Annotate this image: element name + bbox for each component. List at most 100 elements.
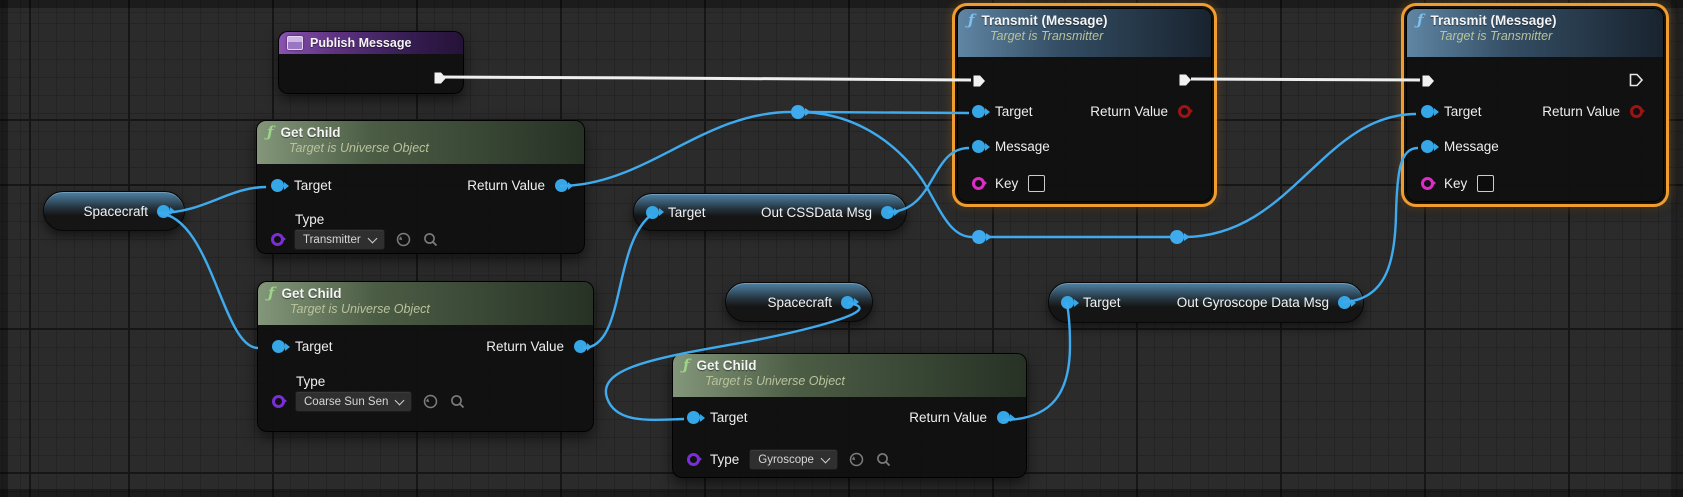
reset-to-default-icon[interactable] (395, 231, 412, 248)
reroute-node[interactable] (1170, 230, 1190, 244)
type-pin[interactable] (271, 233, 284, 246)
type-pin[interactable] (687, 453, 700, 466)
pin-label: Target (995, 104, 1033, 119)
type-pin-row: Transmitter (271, 229, 439, 250)
node-get-child-css[interactable]: ƒ Get Child Target is Universe Object Ta… (257, 281, 594, 432)
type-label: Type (710, 452, 739, 467)
pin-label: Target (668, 205, 706, 220)
node-header: ƒ Get Child Target is Universe Object (258, 282, 593, 325)
reroute-node[interactable] (791, 105, 811, 119)
type-pin-row: Type Gyroscope (687, 449, 892, 470)
wire-getchild1-return-to-reroute1[interactable] (560, 112, 791, 186)
pin-label: Return Value (909, 410, 987, 425)
node-title: Get Child (280, 125, 340, 140)
pin-label: Key (1444, 176, 1467, 191)
key-pin[interactable] (1421, 177, 1434, 190)
key-pin[interactable] (972, 177, 985, 190)
node-header: ƒ Get Child Target is Universe Object (673, 354, 1026, 397)
output-pin[interactable] (841, 296, 854, 309)
output-pin[interactable] (1338, 296, 1351, 309)
node-subtitle: Target is Transmitter (1439, 29, 1653, 43)
target-pin[interactable] (646, 206, 659, 219)
exec-out-pin[interactable] (432, 70, 448, 86)
exec-in-pin[interactable] (1420, 73, 1436, 89)
wire-exec-transmit1-to-transmit2[interactable] (1191, 79, 1420, 80)
node-subtitle: Target is Transmitter (990, 29, 1201, 43)
return-value-pin-row: Return Value (1090, 104, 1191, 119)
type-dropdown[interactable]: Gyroscope (749, 449, 838, 470)
node-spacecraft-variable-2[interactable]: Spacecraft (725, 282, 873, 322)
target-pin-row: Target (1421, 104, 1482, 119)
type-label: Type (296, 374, 325, 389)
function-icon: ƒ (267, 125, 273, 140)
pin-label: Message (1444, 139, 1499, 154)
target-pin[interactable] (1061, 296, 1074, 309)
pin-label: Message (995, 139, 1050, 154)
reset-to-default-icon[interactable] (422, 393, 439, 410)
node-get-child-gyroscope[interactable]: ƒ Get Child Target is Universe Object Ta… (672, 353, 1027, 478)
chevron-down-icon (820, 453, 830, 463)
search-icon[interactable] (875, 451, 892, 468)
node-subtitle: Target is Universe Object (289, 141, 574, 155)
wire-spacecraft1-to-getchild2-target[interactable] (158, 213, 258, 348)
node-title: Get Child (281, 286, 341, 301)
function-icon: ƒ (1417, 13, 1423, 28)
node-transmit-message-1[interactable]: ƒ Transmit (Message) Target is Transmitt… (957, 8, 1212, 202)
reset-to-default-icon[interactable] (848, 451, 865, 468)
exec-out-pin[interactable] (1628, 72, 1644, 88)
search-icon[interactable] (449, 393, 466, 410)
target-pin-row: Target (271, 178, 332, 193)
node-spacecraft-variable-1[interactable]: Spacecraft (43, 191, 185, 231)
key-pin-row: Key (972, 175, 1045, 192)
message-pin[interactable] (972, 140, 985, 153)
node-header: ƒ Transmit (Message) Target is Transmitt… (1407, 9, 1663, 57)
key-value-field[interactable] (1477, 175, 1494, 192)
return-value-pin-row: Return Value (1542, 104, 1643, 119)
node-subtitle: Target is Universe Object (290, 302, 583, 316)
node-transmit-message-2[interactable]: ƒ Transmit (Message) Target is Transmitt… (1406, 8, 1664, 202)
variable-label: Spacecraft (767, 295, 832, 310)
key-value-field[interactable] (1028, 175, 1045, 192)
wire-exec-publish-to-transmit1[interactable] (439, 77, 971, 80)
output-pin[interactable] (157, 205, 170, 218)
function-icon: ƒ (683, 358, 689, 373)
return-value-pin-row: Return Value (909, 410, 1010, 425)
search-icon[interactable] (422, 231, 439, 248)
canvas-edge-shade (0, 0, 8, 497)
type-dropdown[interactable]: Transmitter (294, 229, 385, 250)
node-out-cssdata-msg[interactable]: Target Out CSSData Msg (633, 193, 907, 231)
exec-in-pin[interactable] (971, 73, 987, 89)
reroute-node[interactable] (972, 230, 992, 244)
exec-out-pin[interactable] (1177, 72, 1193, 88)
target-pin[interactable] (271, 179, 284, 192)
pin-label: Return Value (1090, 104, 1168, 119)
return-value-pin[interactable] (574, 340, 587, 353)
pin-label: Target (1444, 104, 1482, 119)
type-pin-row: Coarse Sun Sen (272, 391, 466, 412)
variable-label: Spacecraft (83, 204, 148, 219)
target-pin[interactable] (687, 411, 700, 424)
node-get-child-transmitter[interactable]: ƒ Get Child Target is Universe Object Ta… (256, 120, 585, 254)
return-value-pin[interactable] (1630, 105, 1643, 118)
target-pin[interactable] (972, 105, 985, 118)
message-pin[interactable] (1421, 140, 1434, 153)
wire-reroute1-to-transmit1-target[interactable] (805, 112, 969, 113)
node-out-gyroscope-data-msg[interactable]: Target Out Gyroscope Data Msg (1048, 282, 1364, 323)
return-value-pin[interactable] (1178, 105, 1191, 118)
type-dropdown[interactable]: Coarse Sun Sen (295, 391, 412, 412)
pin-label: Target (1083, 295, 1121, 310)
wire-reroute3-to-transmit2-target[interactable] (1184, 114, 1416, 237)
node-header: Publish Message (279, 32, 463, 54)
return-value-pin-row: Return Value (467, 178, 568, 193)
output-pin[interactable] (881, 206, 894, 219)
chevron-down-icon (367, 233, 377, 243)
target-pin-row: Target (687, 410, 748, 425)
return-value-pin[interactable] (555, 179, 568, 192)
type-pin[interactable] (272, 395, 285, 408)
return-value-pin[interactable] (997, 411, 1010, 424)
node-publish-message[interactable]: Publish Message (278, 31, 464, 94)
target-pin[interactable] (272, 340, 285, 353)
target-pin[interactable] (1421, 105, 1434, 118)
key-pin-row: Key (1421, 175, 1494, 192)
blueprint-graph-canvas[interactable]: Publish Message ƒ Get Child Target is Un… (0, 0, 1683, 497)
